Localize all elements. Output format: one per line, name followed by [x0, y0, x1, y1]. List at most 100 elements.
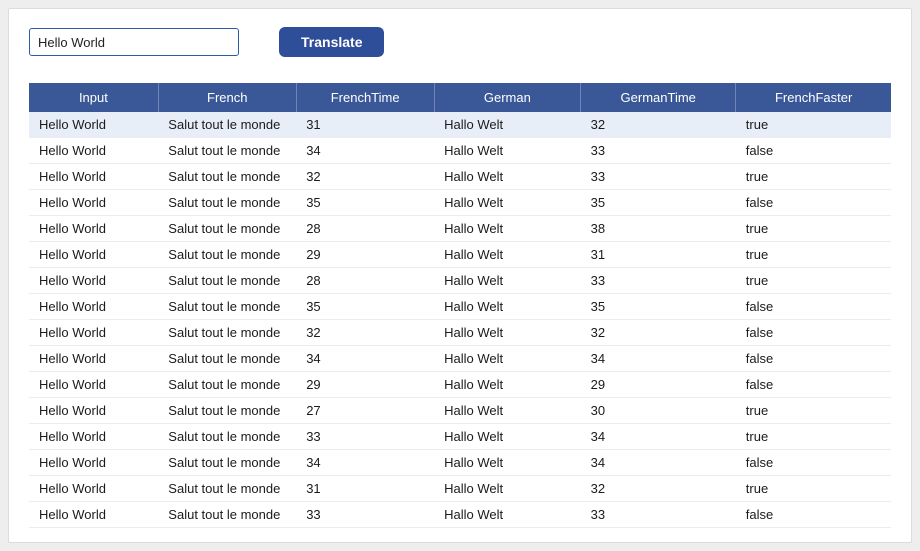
cell-input: Hello World [29, 424, 158, 450]
cell-germantime: 38 [581, 216, 736, 242]
cell-input: Hello World [29, 320, 158, 346]
cell-french: Salut tout le monde [158, 164, 296, 190]
table-row[interactable]: Hello WorldSalut tout le monde29Hallo We… [29, 372, 891, 398]
table-row[interactable]: Hello WorldSalut tout le monde32Hallo We… [29, 320, 891, 346]
cell-german: Hallo Welt [434, 346, 581, 372]
cell-french: Salut tout le monde [158, 424, 296, 450]
cell-frenchtime: 28 [296, 216, 434, 242]
table-row[interactable]: Hello WorldSalut tout le monde35Hallo We… [29, 294, 891, 320]
cell-input: Hello World [29, 242, 158, 268]
cell-frenchfaster: true [736, 164, 891, 190]
cell-german: Hallo Welt [434, 502, 581, 528]
table-row[interactable]: Hello WorldSalut tout le monde28Hallo We… [29, 216, 891, 242]
cell-germantime: 34 [581, 450, 736, 476]
col-header-french[interactable]: French [158, 83, 296, 112]
cell-frenchfaster: false [736, 372, 891, 398]
cell-frenchfaster: true [736, 268, 891, 294]
cell-frenchtime: 27 [296, 398, 434, 424]
cell-input: Hello World [29, 450, 158, 476]
cell-frenchfaster: false [736, 190, 891, 216]
cell-german: Hallo Welt [434, 372, 581, 398]
col-header-germantime[interactable]: GermanTime [581, 83, 736, 112]
cell-frenchtime: 31 [296, 112, 434, 138]
table-row[interactable]: Hello WorldSalut tout le monde33Hallo We… [29, 424, 891, 450]
cell-french: Salut tout le monde [158, 294, 296, 320]
cell-frenchtime: 28 [296, 268, 434, 294]
cell-frenchfaster: true [736, 112, 891, 138]
cell-input: Hello World [29, 190, 158, 216]
cell-french: Salut tout le monde [158, 320, 296, 346]
cell-frenchtime: 32 [296, 164, 434, 190]
cell-french: Salut tout le monde [158, 268, 296, 294]
table-row[interactable]: Hello WorldSalut tout le monde34Hallo We… [29, 138, 891, 164]
cell-german: Hallo Welt [434, 268, 581, 294]
cell-german: Hallo Welt [434, 164, 581, 190]
cell-frenchfaster: true [736, 476, 891, 502]
col-header-frenchfaster[interactable]: FrenchFaster [736, 83, 891, 112]
cell-french: Salut tout le monde [158, 346, 296, 372]
cell-frenchtime: 34 [296, 450, 434, 476]
cell-french: Salut tout le monde [158, 502, 296, 528]
cell-frenchtime: 29 [296, 242, 434, 268]
cell-frenchfaster: true [736, 242, 891, 268]
cell-frenchtime: 29 [296, 372, 434, 398]
cell-french: Salut tout le monde [158, 112, 296, 138]
cell-frenchtime: 35 [296, 190, 434, 216]
table-row[interactable]: Hello WorldSalut tout le monde27Hallo We… [29, 398, 891, 424]
table-row[interactable]: Hello WorldSalut tout le monde33Hallo We… [29, 502, 891, 528]
cell-german: Hallo Welt [434, 294, 581, 320]
source-text-input[interactable] [29, 28, 239, 56]
cell-frenchfaster: true [736, 398, 891, 424]
cell-german: Hallo Welt [434, 190, 581, 216]
cell-germantime: 30 [581, 398, 736, 424]
table-header: Input French FrenchTime German GermanTim… [29, 83, 891, 112]
cell-german: Hallo Welt [434, 476, 581, 502]
table-row[interactable]: Hello WorldSalut tout le monde29Hallo We… [29, 242, 891, 268]
cell-frenchfaster: false [736, 138, 891, 164]
cell-german: Hallo Welt [434, 424, 581, 450]
cell-input: Hello World [29, 268, 158, 294]
cell-frenchtime: 32 [296, 320, 434, 346]
cell-german: Hallo Welt [434, 242, 581, 268]
cell-input: Hello World [29, 346, 158, 372]
cell-germantime: 32 [581, 112, 736, 138]
cell-frenchfaster: false [736, 346, 891, 372]
cell-input: Hello World [29, 502, 158, 528]
cell-germantime: 29 [581, 372, 736, 398]
cell-french: Salut tout le monde [158, 372, 296, 398]
cell-french: Salut tout le monde [158, 476, 296, 502]
cell-germantime: 33 [581, 268, 736, 294]
cell-french: Salut tout le monde [158, 242, 296, 268]
cell-input: Hello World [29, 164, 158, 190]
cell-french: Salut tout le monde [158, 138, 296, 164]
cell-german: Hallo Welt [434, 398, 581, 424]
cell-frenchfaster: false [736, 320, 891, 346]
col-header-german[interactable]: German [434, 83, 581, 112]
cell-frenchtime: 34 [296, 346, 434, 372]
col-header-frenchtime[interactable]: FrenchTime [296, 83, 434, 112]
cell-frenchfaster: false [736, 450, 891, 476]
table-row[interactable]: Hello WorldSalut tout le monde34Hallo We… [29, 346, 891, 372]
translate-button[interactable]: Translate [279, 27, 384, 57]
cell-frenchfaster: true [736, 216, 891, 242]
cell-frenchtime: 31 [296, 476, 434, 502]
table-body: Hello WorldSalut tout le monde31Hallo We… [29, 112, 891, 528]
table-row[interactable]: Hello WorldSalut tout le monde28Hallo We… [29, 268, 891, 294]
cell-germantime: 31 [581, 242, 736, 268]
table-row[interactable]: Hello WorldSalut tout le monde31Hallo We… [29, 112, 891, 138]
cell-input: Hello World [29, 372, 158, 398]
table-row[interactable]: Hello WorldSalut tout le monde35Hallo We… [29, 190, 891, 216]
cell-german: Hallo Welt [434, 216, 581, 242]
cell-germantime: 32 [581, 320, 736, 346]
cell-input: Hello World [29, 216, 158, 242]
table-row[interactable]: Hello WorldSalut tout le monde34Hallo We… [29, 450, 891, 476]
cell-german: Hallo Welt [434, 450, 581, 476]
app-panel: Translate Input French FrenchTime German… [8, 8, 912, 543]
table-row[interactable]: Hello WorldSalut tout le monde32Hallo We… [29, 164, 891, 190]
cell-frenchtime: 33 [296, 424, 434, 450]
cell-frenchfaster: true [736, 424, 891, 450]
cell-frenchtime: 34 [296, 138, 434, 164]
col-header-input[interactable]: Input [29, 83, 158, 112]
cell-frenchfaster: false [736, 502, 891, 528]
table-row[interactable]: Hello WorldSalut tout le monde31Hallo We… [29, 476, 891, 502]
